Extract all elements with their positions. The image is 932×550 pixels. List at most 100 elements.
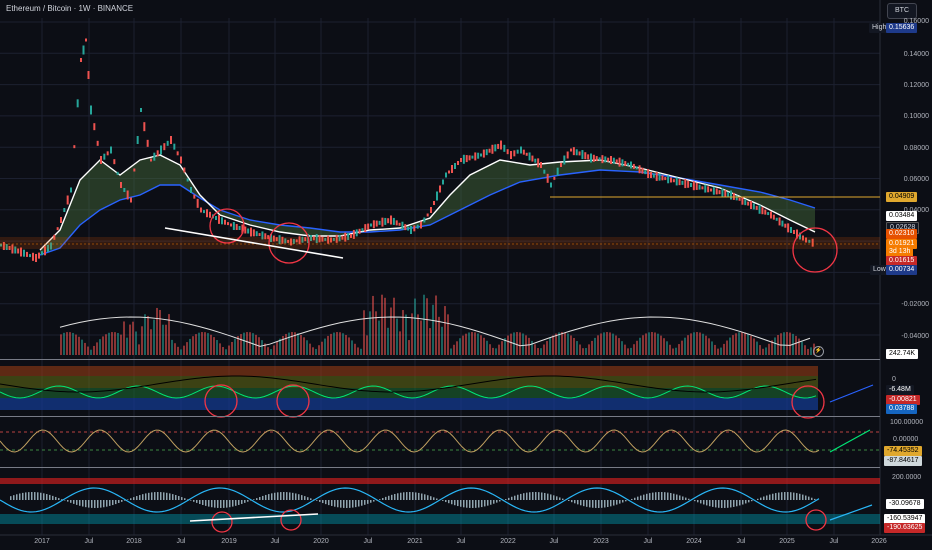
volume-bar <box>789 332 791 355</box>
price-axis-label: -0.02000 <box>901 301 929 308</box>
volume-bar <box>306 340 308 355</box>
ind3-histogram-bar <box>106 500 108 507</box>
ind3-histogram-bar <box>193 500 195 502</box>
ind3-histogram-bar <box>529 492 531 500</box>
candle <box>106 151 109 156</box>
volume-bar <box>243 332 245 355</box>
ind3-histogram-bar <box>772 493 774 500</box>
volume-bar <box>315 348 317 355</box>
ind3-histogram-bar <box>160 492 162 500</box>
ind3-histogram-bar <box>232 500 234 507</box>
pane-separator[interactable] <box>0 416 880 417</box>
volume-bar <box>222 346 224 355</box>
candle <box>692 181 695 191</box>
volume-bar <box>438 316 440 355</box>
ind3-histogram-bar <box>328 500 330 506</box>
pane-separator[interactable] <box>0 467 880 468</box>
time-axis-label: Jul <box>549 538 559 545</box>
candle <box>235 224 238 230</box>
ind2-axis-top: 100.00000 <box>890 419 924 426</box>
ind3-histogram-bar <box>289 492 291 500</box>
volume-bar <box>465 333 467 355</box>
ind3-histogram-bar <box>115 500 117 505</box>
volume-bar <box>675 347 677 355</box>
candle <box>500 140 502 150</box>
candle <box>635 166 638 170</box>
ind3-histogram-bar <box>766 495 768 500</box>
price-pane[interactable] <box>0 38 880 263</box>
volume-bar <box>360 348 362 355</box>
volume-bar <box>432 304 434 355</box>
volume-bar <box>174 343 176 355</box>
indicator-pane-2 <box>0 429 880 453</box>
candle <box>627 162 630 166</box>
pane-separator[interactable] <box>0 359 880 360</box>
time-axis-label: 2021 <box>407 538 423 545</box>
candle <box>491 144 494 154</box>
ind3-histogram-bar <box>517 494 519 500</box>
candle <box>387 218 390 224</box>
volume-bar <box>738 332 740 355</box>
ind3-histogram-bar <box>802 494 804 500</box>
lightning-icon[interactable]: ⚡ <box>813 346 824 357</box>
candle <box>592 154 595 162</box>
volume-bar <box>180 349 182 355</box>
ind3-histogram-bar <box>685 497 687 500</box>
ind3-histogram-bar <box>298 494 300 500</box>
volume-bar <box>585 348 587 355</box>
volume-bar <box>309 343 311 355</box>
candle <box>80 58 82 62</box>
price-axis-label: 0.10000 <box>903 113 929 120</box>
ind3-histogram-bar <box>658 492 660 500</box>
candle <box>721 188 724 198</box>
volume-bar <box>426 298 428 355</box>
ind3-histogram-bar <box>604 500 606 508</box>
price-axis-label: 0.06000 <box>903 176 929 183</box>
ind3-histogram-bar <box>703 500 705 505</box>
volume-bar <box>552 335 554 355</box>
candle <box>367 223 370 230</box>
ind3-histogram-bar <box>601 500 603 508</box>
candle <box>407 226 410 231</box>
volume-bar <box>108 332 110 355</box>
candle <box>183 167 186 173</box>
volume-bar <box>534 344 536 355</box>
volume-bar <box>150 329 152 355</box>
volume-bar <box>267 347 269 355</box>
ind3-histogram-bar <box>553 495 555 500</box>
level-tag-1: 0.04909 <box>886 192 918 202</box>
candle <box>738 197 741 201</box>
ind3-histogram-bar <box>778 492 780 500</box>
candle <box>712 186 715 195</box>
ind3-histogram-bar <box>490 500 492 505</box>
volume-bar <box>693 332 695 355</box>
ind3-histogram-bar <box>304 496 306 500</box>
ind3-histogram-bar <box>463 500 465 508</box>
ind3-histogram-bar <box>391 494 393 500</box>
ind2-wave <box>0 429 820 453</box>
ind3-histogram-bar <box>409 492 411 500</box>
ind3-histogram-bar <box>424 494 426 500</box>
volume-bar <box>615 335 617 355</box>
volume-bar <box>102 336 104 355</box>
volume-bar <box>654 332 656 355</box>
ind3-histogram-bar <box>580 500 582 506</box>
volume-bar <box>522 333 524 355</box>
volume-bar <box>687 335 689 355</box>
candle <box>70 187 72 193</box>
ind3-histogram-bar <box>469 500 471 508</box>
ind3-histogram-bar <box>238 500 240 505</box>
ind3-bottom-band <box>0 514 880 524</box>
candle <box>227 222 229 226</box>
ind3-histogram-bar <box>370 500 372 503</box>
ind3-histogram-bar <box>466 500 468 508</box>
ind3-histogram-bar <box>268 494 270 500</box>
volume-bar <box>801 341 803 355</box>
candle <box>638 165 641 174</box>
ind3-histogram-bar <box>355 500 357 508</box>
currency-button[interactable]: BTC <box>887 3 917 19</box>
candle <box>370 223 372 227</box>
ind3-histogram-bar <box>16 494 18 500</box>
ind3-histogram-bar <box>784 492 786 500</box>
ind3-histogram-bar <box>814 498 816 500</box>
